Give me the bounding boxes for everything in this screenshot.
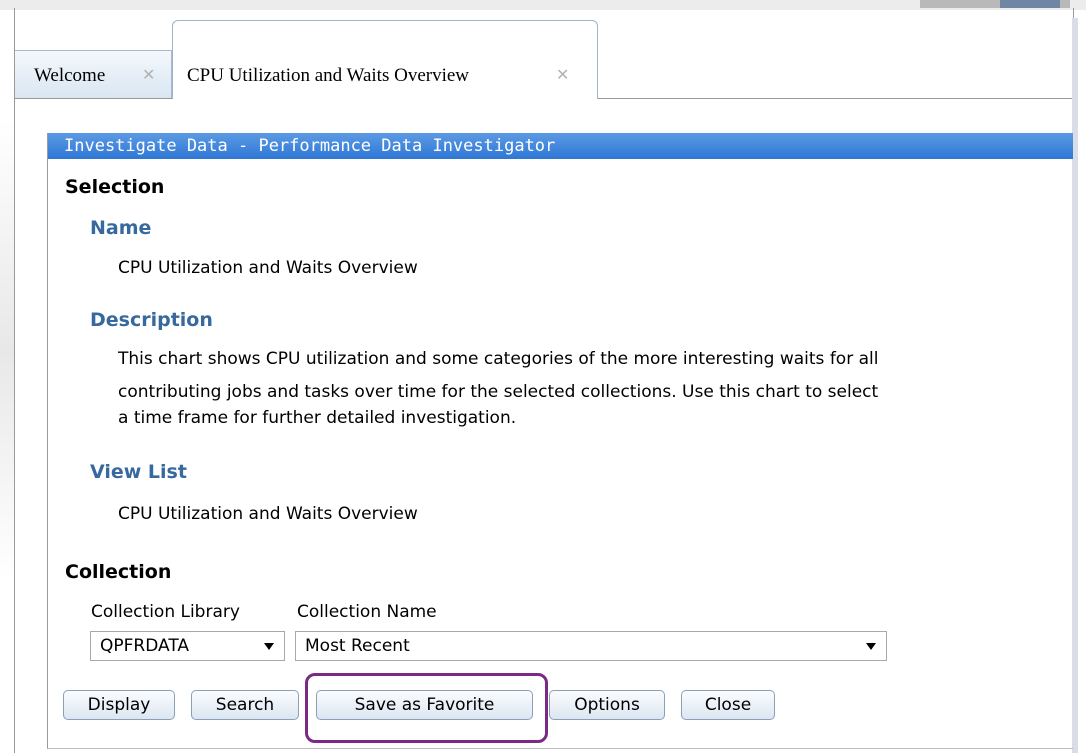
search-button[interactable]: Search xyxy=(191,690,299,720)
collection-name-value: Most Recent xyxy=(305,636,410,656)
collection-library-select[interactable]: QPFRDATA xyxy=(90,631,285,661)
collection-library-label: Collection Library xyxy=(91,602,240,622)
chevron-down-icon xyxy=(264,643,274,650)
tab-cpu-utilization[interactable]: CPU Utilization and Waits Overview ✕ xyxy=(172,20,598,99)
close-icon[interactable]: ✕ xyxy=(556,65,569,84)
description-line-2: contributing jobs and tasks over time fo… xyxy=(118,382,879,402)
description-heading: Description xyxy=(90,309,213,331)
name-heading: Name xyxy=(90,217,152,239)
tab-welcome-label: Welcome xyxy=(34,65,106,86)
display-button[interactable]: Display xyxy=(63,690,175,720)
view-list-item[interactable]: CPU Utilization and Waits Overview xyxy=(118,501,418,527)
chevron-down-icon xyxy=(866,643,876,650)
collection-heading: Collection xyxy=(65,561,172,583)
top-strip-accent xyxy=(1000,0,1060,8)
close-icon[interactable]: ✕ xyxy=(142,65,155,84)
collection-name-select[interactable]: Most Recent xyxy=(295,631,887,661)
close-button[interactable]: Close xyxy=(681,690,775,720)
options-button[interactable]: Options xyxy=(549,690,665,720)
name-value: CPU Utilization and Waits Overview xyxy=(118,258,418,278)
tab-strip: Welcome ✕ CPU Utilization and Waits Over… xyxy=(15,20,1072,99)
collection-library-value: QPFRDATA xyxy=(100,636,190,656)
description-line-1: This chart shows CPU utilization and som… xyxy=(118,349,879,369)
tab-welcome[interactable]: Welcome ✕ xyxy=(15,50,172,98)
view-list-heading: View List xyxy=(90,461,187,483)
left-shadow xyxy=(0,120,14,580)
description-line-3: a time frame for further detailed invest… xyxy=(118,408,517,428)
highlight-box xyxy=(305,673,548,743)
tab-cpu-utilization-label: CPU Utilization and Waits Overview xyxy=(187,65,470,86)
panel-title-bar: Investigate Data - Performance Data Inve… xyxy=(48,133,1073,159)
collection-name-label: Collection Name xyxy=(297,602,437,622)
selection-heading: Selection xyxy=(65,176,165,198)
